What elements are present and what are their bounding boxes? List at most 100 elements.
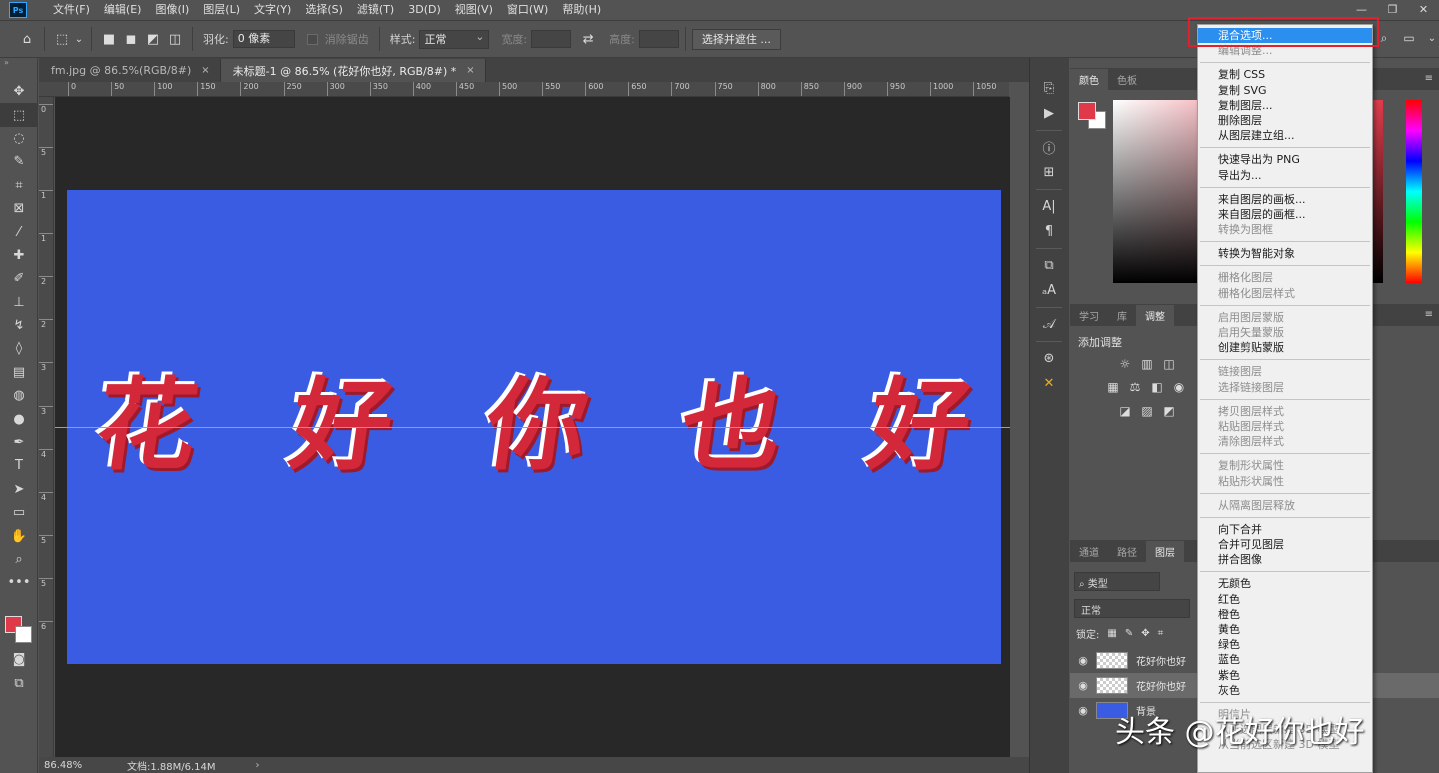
eye-icon[interactable]: ◉	[1070, 654, 1096, 667]
context-menu-item[interactable]: 拼合图像	[1198, 552, 1372, 567]
context-menu-item[interactable]: 导出为...	[1198, 168, 1372, 183]
more-tools-icon[interactable]: •••	[0, 571, 38, 594]
context-menu-item[interactable]: 蓝色	[1198, 652, 1372, 667]
context-menu-item[interactable]: 黄色	[1198, 622, 1372, 637]
style-select[interactable]: 正常	[419, 28, 490, 49]
context-menu-item[interactable]: 从图层建立组...	[1198, 128, 1372, 143]
chevron-down-icon[interactable]: ⌄	[1427, 31, 1437, 45]
healing-brush-tool-icon[interactable]: ✚	[0, 244, 38, 267]
lasso-tool-icon[interactable]: ◌	[0, 127, 38, 150]
tab-adjustments[interactable]: 调整	[1136, 305, 1174, 326]
close-icon[interactable]: ×	[201, 65, 209, 76]
threshold-icon[interactable]: ◩	[1161, 403, 1177, 419]
context-menu-item[interactable]: 来自图层的画板...	[1198, 192, 1372, 207]
layer-thumbnail[interactable]	[1096, 677, 1128, 694]
black-white-icon[interactable]: ◧	[1149, 379, 1165, 395]
eyedropper-tool-icon[interactable]: ⁄	[0, 220, 38, 243]
blend-mode-select[interactable]: 正常	[1074, 599, 1190, 618]
horizontal-guide[interactable]	[55, 427, 1010, 428]
lock-paint-icon[interactable]: ✎	[1125, 628, 1133, 639]
glyphs-icon[interactable]: 𝒜	[1030, 312, 1068, 337]
restore-icon[interactable]: ❐	[1377, 0, 1408, 18]
lock-transparent-icon[interactable]: ▦	[1107, 628, 1116, 639]
screen-mode-icon[interactable]: ⧉	[0, 672, 38, 695]
context-menu-item[interactable]: 复制图层...	[1198, 98, 1372, 113]
menu-item[interactable]: 选择(S)	[298, 0, 350, 20]
context-menu-item[interactable]: 快速导出为 PNG	[1198, 152, 1372, 167]
menu-item[interactable]: 视图(V)	[448, 0, 500, 20]
feather-input[interactable]: 0 像素	[232, 30, 295, 48]
context-menu-item[interactable]: 橙色	[1198, 607, 1372, 622]
background-color-swatch[interactable]	[15, 626, 32, 643]
eraser-tool-icon[interactable]: ◊	[0, 337, 38, 360]
menu-item[interactable]: 文件(F)	[46, 0, 97, 20]
eye-icon[interactable]: ◉	[1070, 679, 1096, 692]
menu-item[interactable]: 图像(I)	[148, 0, 196, 20]
brightness-icon[interactable]: ☼	[1117, 356, 1133, 372]
type-tool-icon[interactable]: T	[0, 454, 38, 477]
canvas-area[interactable]: 花好你也好	[55, 97, 1010, 757]
tab-swatches[interactable]: 色板	[1108, 69, 1146, 90]
close-icon[interactable]: ✕	[1408, 0, 1439, 18]
menu-item[interactable]: 窗口(W)	[500, 0, 555, 20]
context-menu-item[interactable]: 转换为智能对象	[1198, 246, 1372, 261]
info-icon[interactable]: ⓘ	[1030, 135, 1068, 160]
zoom-level[interactable]: 86.48%	[39, 760, 99, 771]
intersect-selection-icon[interactable]: ◫	[164, 28, 186, 50]
tab-untitled-1[interactable]: 未标题-1 @ 86.5% (花好你也好, RGB/8#) * ×	[220, 59, 486, 82]
panel-foreground-swatch[interactable]	[1078, 102, 1096, 120]
dodge-tool-icon[interactable]: ●	[0, 407, 38, 430]
marquee-tool-icon[interactable]: ⬚	[0, 103, 38, 127]
character-icon[interactable]: A|	[1030, 194, 1068, 219]
subtract-selection-icon[interactable]: ◩	[142, 28, 164, 50]
move-tool-icon[interactable]: ✥	[0, 80, 38, 103]
context-menu-item[interactable]: 删除图层	[1198, 113, 1372, 128]
pen-tool-icon[interactable]: ✒	[0, 431, 38, 454]
tab-color[interactable]: 颜色	[1070, 69, 1108, 90]
menu-item[interactable]: 编辑(E)	[97, 0, 149, 20]
layer-filter-select[interactable]: ⌕ 类型	[1074, 572, 1160, 591]
new-selection-icon[interactable]: ■	[98, 28, 120, 50]
paragraph-icon[interactable]: ¶	[1030, 219, 1068, 244]
hand-tool-icon[interactable]: ✋	[0, 524, 38, 547]
context-menu-item[interactable]: 复制 SVG	[1198, 83, 1372, 98]
tab-paths[interactable]: 路径	[1108, 541, 1146, 562]
chevron-down-icon[interactable]: ⌄	[73, 28, 85, 50]
workspace-icon[interactable]: ▭	[1401, 31, 1417, 45]
lock-artboard-icon[interactable]: ⌗	[1158, 628, 1164, 639]
context-menu-item[interactable]: 创建剪贴蒙版	[1198, 340, 1372, 355]
actions-play-icon[interactable]: ▶	[1030, 101, 1068, 126]
brush-tool-icon[interactable]: ✐	[0, 267, 38, 290]
zoom-tool-icon[interactable]: ⌕	[0, 548, 38, 571]
hue-slider[interactable]	[1406, 100, 1422, 283]
frame-tool-icon[interactable]: ⊠	[0, 197, 38, 220]
layer-name[interactable]: 花好你也好	[1136, 678, 1186, 693]
tab-libraries[interactable]: 库	[1108, 305, 1136, 326]
context-menu-item[interactable]: 绿色	[1198, 637, 1372, 652]
tab-layers[interactable]: 图层	[1146, 541, 1184, 562]
marquee-tool-preset-icon[interactable]: ⬚	[51, 28, 73, 50]
tab-fm-jpg[interactable]: fm.jpg @ 86.5%(RGB/8#) ×	[39, 59, 221, 82]
close-icon[interactable]: ×	[466, 65, 474, 76]
context-menu-item[interactable]: 复制 CSS	[1198, 67, 1372, 82]
properties-icon[interactable]: ⊞	[1030, 160, 1068, 185]
character-styles-icon[interactable]: ₐA	[1030, 278, 1068, 303]
toolbar-collapse-icon[interactable]: »	[0, 58, 37, 80]
menu-item[interactable]: 滤镜(T)	[350, 0, 401, 20]
photo-filter-icon[interactable]: ◉	[1171, 379, 1187, 395]
add-selection-icon[interactable]: ◼	[120, 28, 142, 50]
select-and-mask-button[interactable]: 选择并遮住 ...	[691, 28, 781, 50]
context-menu-item[interactable]: 红色	[1198, 592, 1372, 607]
swap-icon[interactable]: ⇄	[577, 28, 599, 50]
menu-item[interactable]: 3D(D)	[401, 0, 448, 20]
context-menu-item[interactable]: 合并可见图层	[1198, 537, 1372, 552]
context-menu-item[interactable]: 无颜色	[1198, 576, 1372, 591]
layer-thumbnail[interactable]	[1096, 652, 1128, 669]
panel-menu-icon[interactable]: ≡	[1425, 309, 1433, 320]
invert-icon[interactable]: ◪	[1117, 403, 1133, 419]
height-input[interactable]	[638, 30, 679, 48]
checkbox-box[interactable]	[306, 33, 318, 45]
context-menu-item[interactable]: 紫色	[1198, 668, 1372, 683]
quick-select-tool-icon[interactable]: ✎	[0, 150, 38, 173]
rectangle-tool-icon[interactable]: ▭	[0, 501, 38, 524]
